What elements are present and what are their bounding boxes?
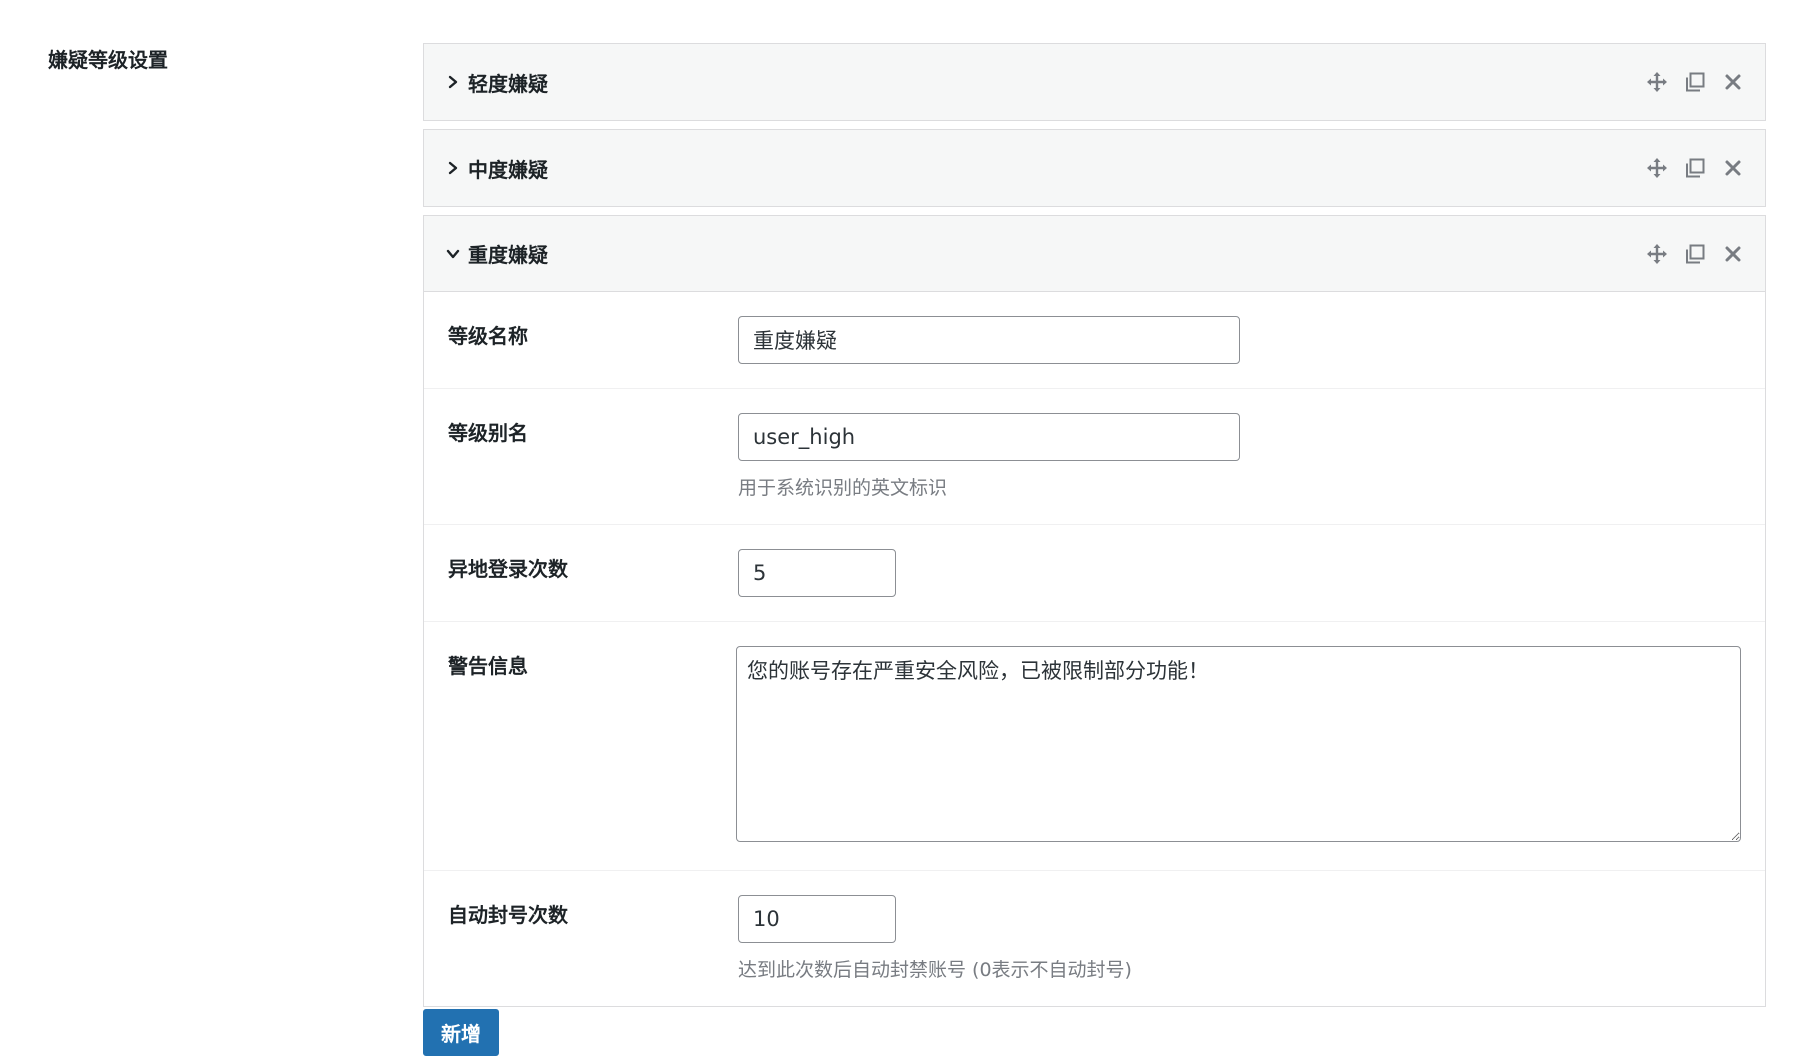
duplicate-icon[interactable] [1683,70,1707,94]
section-label: 嫌疑等级设置 [48,48,168,72]
field-label: 警告信息 [448,654,528,678]
field-auto-ban: 自动封号次数 达到此次数后自动封禁账号 (0表示不自动封号) [424,871,1765,1006]
level-group-high: 重度嫌疑 等级名称 等级别名 [423,215,1766,1007]
move-icon[interactable] [1645,156,1669,180]
group-actions [1645,70,1745,94]
field-label: 等级名称 [448,324,528,348]
help-text: 用于系统识别的英文标识 [738,477,948,499]
duplicate-icon[interactable] [1683,156,1707,180]
level-name-input[interactable] [738,316,1240,364]
group-body: 等级名称 等级别名 用于系统识别的英文标识 异地登录次数 警告信息 [424,292,1765,1006]
group-title: 轻度嫌疑 [468,71,548,96]
add-button[interactable]: 新增 [423,1009,499,1056]
group-header-medium[interactable]: 中度嫌疑 [424,130,1765,206]
field-warning: 警告信息 您的账号存在严重安全风险，已被限制部分功能！ [424,622,1765,871]
chevron-down-icon[interactable] [446,247,460,261]
group-title: 重度嫌疑 [468,243,548,267]
level-group-light: 轻度嫌疑 [423,43,1766,121]
auto-ban-input[interactable] [738,895,896,943]
suspicion-levels-repeater: 轻度嫌疑 中度嫌疑 重度嫌疑 等级名称 重度嫌疑 等级别名 user_high … [423,43,1766,1015]
level-group-medium: 中度嫌疑 [423,129,1766,207]
group-header-high[interactable]: 重度嫌疑 [424,216,1765,292]
chevron-right-icon[interactable] [446,161,460,175]
field-level-name: 等级名称 [424,292,1765,389]
field-login-count: 异地登录次数 [424,525,1765,622]
chevron-right-icon[interactable] [446,75,460,89]
warning-textarea[interactable]: 您的账号存在严重安全风险，已被限制部分功能！ [736,646,1741,842]
level-alias-input[interactable] [738,413,1240,461]
field-label: 异地登录次数 [448,557,568,581]
close-icon[interactable] [1721,156,1745,180]
close-icon[interactable] [1721,70,1745,94]
move-icon[interactable] [1645,70,1669,94]
group-header-light[interactable]: 轻度嫌疑 [424,44,1765,120]
field-level-alias: 等级别名 用于系统识别的英文标识 [424,389,1765,525]
duplicate-icon[interactable] [1683,242,1707,266]
move-icon[interactable] [1645,242,1669,266]
group-title: 中度嫌疑 [468,157,548,182]
login-count-input[interactable] [738,549,896,597]
close-icon[interactable] [1721,242,1745,266]
field-label: 自动封号次数 [448,903,568,927]
help-text: 达到此次数后自动封禁账号 (0表示不自动封号) [738,959,1132,981]
group-actions [1645,156,1745,180]
group-actions [1645,242,1745,266]
field-label: 等级别名 [448,421,528,445]
